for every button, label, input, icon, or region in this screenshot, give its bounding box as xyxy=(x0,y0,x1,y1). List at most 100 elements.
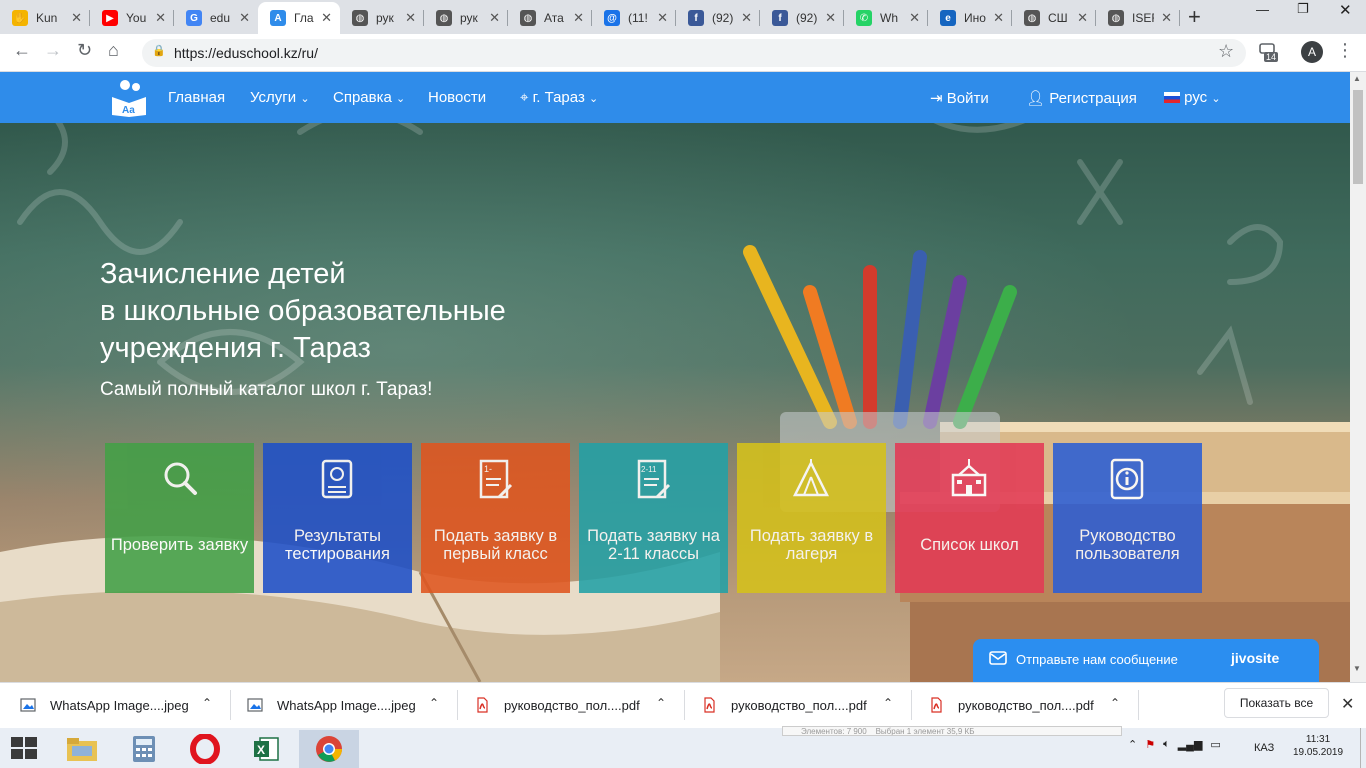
chat-widget-brand: jivosite xyxy=(1231,650,1280,666)
tab[interactable]: f (92) ✕ xyxy=(760,2,844,34)
tab[interactable]: ◍ рук ✕ xyxy=(424,2,508,34)
chevron-up-icon[interactable]: ⌃ xyxy=(202,696,212,710)
battery-icon[interactable]: ▭ xyxy=(1210,738,1220,751)
nav-language-dropdown[interactable]: рус ⌄ xyxy=(1164,89,1221,106)
youtube-icon: ▶ xyxy=(102,10,118,26)
close-tab-icon[interactable]: ✕ xyxy=(489,10,500,26)
globe-icon: ◍ xyxy=(1024,10,1040,26)
tab[interactable]: ✋ Kun ✕ xyxy=(0,2,90,34)
network-warning-icon[interactable]: ⚑ xyxy=(1145,738,1155,751)
opera-icon[interactable] xyxy=(175,730,235,768)
hero-title: Зачисление детей в школьные образователь… xyxy=(100,256,660,367)
download-item[interactable]: руководство_пол....pdf ⌃ xyxy=(701,682,911,728)
minimize-button[interactable]: — xyxy=(1256,2,1269,17)
close-downloads-bar-icon[interactable]: ✕ xyxy=(1341,694,1354,714)
service-tile[interactable]: Результаты тестирования xyxy=(263,443,412,593)
close-tab-icon[interactable]: ✕ xyxy=(657,10,668,26)
windows-start-icon[interactable] xyxy=(10,736,38,760)
home-icon[interactable]: ⌂ xyxy=(108,40,119,61)
input-language-indicator[interactable]: КАЗ xyxy=(1254,742,1274,754)
reload-icon[interactable]: ↻ xyxy=(77,40,92,61)
close-tab-icon[interactable]: ✕ xyxy=(1077,10,1088,26)
service-tile[interactable]: Руководство пользователя xyxy=(1053,443,1202,593)
show-all-downloads-button[interactable]: Показать все xyxy=(1224,688,1329,718)
nav-news-link[interactable]: Новости xyxy=(428,89,486,106)
excel-icon[interactable]: X xyxy=(236,730,296,768)
profile-avatar[interactable]: A xyxy=(1301,41,1323,63)
forward-icon[interactable]: → xyxy=(44,40,62,61)
nav-login-link[interactable]: ⇥ Войти xyxy=(930,89,989,107)
tab[interactable]: ◍ СШ ✕ xyxy=(1012,2,1096,34)
chevron-up-icon[interactable]: ⌃ xyxy=(1110,696,1120,710)
nav-home-link[interactable]: Главная xyxy=(168,89,225,106)
close-tab-icon[interactable]: ✕ xyxy=(405,10,416,26)
tab[interactable]: ◍ рук ✕ xyxy=(340,2,424,34)
scroll-up-arrow-icon[interactable]: ▲ xyxy=(1353,74,1361,83)
download-item[interactable]: руководство_пол....pdf ⌃ xyxy=(928,682,1138,728)
restore-button[interactable]: ❐ xyxy=(1297,1,1309,17)
nav-register-link[interactable]: 👤︎ Регистрация xyxy=(1026,89,1137,107)
close-window-button[interactable]: ✕ xyxy=(1339,1,1352,19)
service-tile[interactable]: Проверить заявку xyxy=(105,443,254,593)
school-building-icon xyxy=(951,459,987,497)
service-tile-label-box: Руководство пользователя xyxy=(1057,511,1198,579)
service-tile-label-box: Список школ xyxy=(899,511,1040,579)
close-tab-icon[interactable]: ✕ xyxy=(825,10,836,26)
chevron-up-icon[interactable]: ⌃ xyxy=(656,696,666,710)
download-item[interactable]: руководство_пол....pdf ⌃ xyxy=(474,682,684,728)
close-tab-icon[interactable]: ✕ xyxy=(71,10,82,26)
tab[interactable]: ◍ ISEF ✕ xyxy=(1096,2,1180,34)
close-tab-icon[interactable]: ✕ xyxy=(155,10,166,26)
test-results-icon xyxy=(321,459,353,499)
show-desktop-button[interactable] xyxy=(1360,728,1366,768)
close-tab-icon[interactable]: ✕ xyxy=(321,10,332,26)
tab[interactable]: Gedu ✕ xyxy=(174,2,258,34)
calculator-icon[interactable] xyxy=(114,730,174,768)
volume-icon[interactable]: 🔈︎ xyxy=(1163,738,1170,751)
file-explorer-icon[interactable] xyxy=(52,730,112,768)
nav-city-dropdown[interactable]: ⌖ г. Тараз ⌄ xyxy=(520,89,598,106)
back-icon[interactable]: ← xyxy=(13,40,31,61)
close-tab-icon[interactable]: ✕ xyxy=(1161,10,1172,26)
tab[interactable]: @ (11! ✕ xyxy=(592,2,676,34)
site-navbar: Aa Главная Услуги ⌄ Справка ⌄ Новости ⌖ … xyxy=(0,72,1350,123)
system-clock[interactable]: 11:31 19.05.2019 xyxy=(1293,733,1343,759)
extension-icon[interactable]: 14 xyxy=(1258,42,1280,62)
eduschool-logo-icon[interactable]: Aa xyxy=(110,77,148,117)
download-item[interactable]: WhatsApp Image....jpeg ⌃ xyxy=(247,682,457,728)
chrome-icon[interactable] xyxy=(299,730,359,768)
scroll-down-arrow-icon[interactable]: ▼ xyxy=(1353,664,1361,673)
close-tab-icon[interactable]: ✕ xyxy=(573,10,584,26)
tray-chevron-up-icon[interactable]: ⌃ xyxy=(1128,738,1137,751)
tab[interactable]: A Гла ✕ xyxy=(258,2,340,34)
chat-widget[interactable]: Отправьте нам сообщение jivosite xyxy=(973,639,1319,682)
service-tile[interactable]: 1- Подать заявку в первый класс xyxy=(421,443,570,593)
download-item[interactable]: WhatsApp Image....jpeg ⌃ xyxy=(20,682,230,728)
russian-flag-icon xyxy=(1164,92,1180,103)
tab[interactable]: ▶ You ✕ xyxy=(90,2,174,34)
close-tab-icon[interactable]: ✕ xyxy=(239,10,250,26)
tab[interactable]: e Ино ✕ xyxy=(928,2,1012,34)
signal-bars-icon[interactable]: ▂▄▆ xyxy=(1178,738,1203,751)
new-tab-button[interactable]: + xyxy=(1188,4,1201,30)
download-file-name: WhatsApp Image....jpeg xyxy=(50,697,189,713)
chevron-up-icon[interactable]: ⌃ xyxy=(883,696,893,710)
service-tile[interactable]: Список школ xyxy=(895,443,1044,593)
tab[interactable]: ✆ Wh ✕ xyxy=(844,2,928,34)
menu-kebab-icon[interactable]: ⋮ xyxy=(1336,40,1354,61)
tab[interactable]: f (92) ✕ xyxy=(676,2,760,34)
nav-services-dropdown[interactable]: Услуги ⌄ xyxy=(250,89,310,106)
scrollbar-thumb[interactable] xyxy=(1353,90,1363,184)
tab[interactable]: ◍ Ата ✕ xyxy=(508,2,592,34)
close-tab-icon[interactable]: ✕ xyxy=(741,10,752,26)
nav-help-dropdown[interactable]: Справка ⌄ xyxy=(333,89,405,106)
bookmark-star-icon[interactable]: ☆ xyxy=(1218,41,1234,62)
service-tile[interactable]: Подать заявку в лагеря xyxy=(737,443,886,593)
url-text[interactable]: https://eduschool.kz/ru/ xyxy=(174,45,318,61)
close-tab-icon[interactable]: ✕ xyxy=(993,10,1004,26)
pdf-file-icon xyxy=(931,697,942,713)
lock-icon[interactable]: 🔒 xyxy=(152,44,166,57)
chevron-up-icon[interactable]: ⌃ xyxy=(429,696,439,710)
close-tab-icon[interactable]: ✕ xyxy=(909,10,920,26)
service-tile[interactable]: 2-11 Подать заявку на 2-11 классы xyxy=(579,443,728,593)
